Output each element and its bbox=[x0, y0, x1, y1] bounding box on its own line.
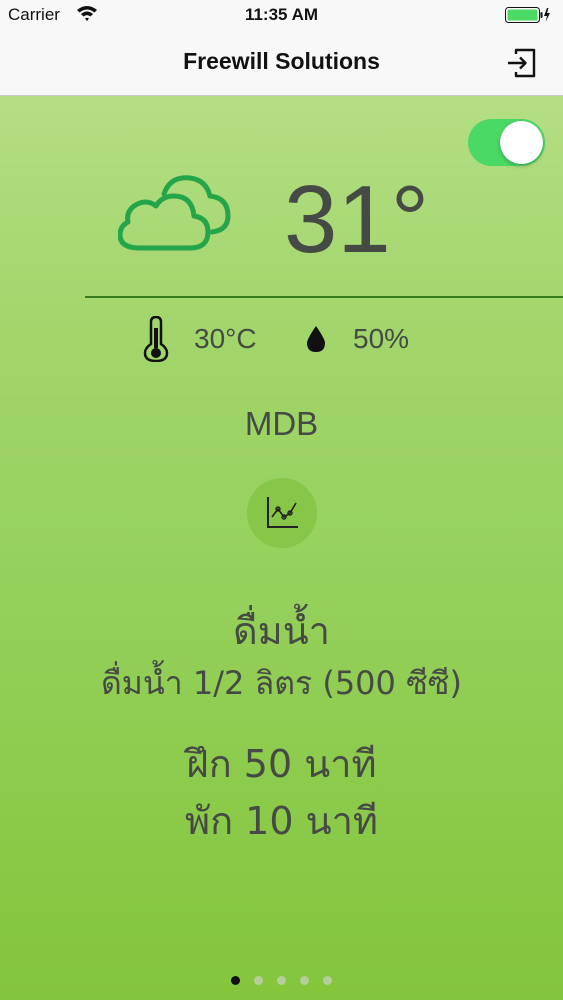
logout-icon bbox=[504, 48, 538, 84]
humidity-drop-icon bbox=[305, 325, 327, 357]
page-dot[interactable] bbox=[277, 976, 286, 985]
humidity-value: 50% bbox=[353, 323, 410, 354]
battery-icon bbox=[505, 6, 551, 29]
advice-detail: ดื่มน้ำ 1/2 ลิตร (500 ซีซี) bbox=[101, 664, 462, 702]
thermometer-icon bbox=[143, 315, 169, 366]
training-duration: ฝึก 50 นาที bbox=[186, 742, 377, 786]
page-dot[interactable] bbox=[231, 976, 240, 985]
temperature-value: 31° bbox=[284, 166, 430, 273]
temperature-celsius: 30°C bbox=[194, 323, 257, 354]
chart-button[interactable] bbox=[247, 478, 317, 548]
page-dot[interactable] bbox=[300, 976, 309, 985]
nav-title: Freewill Solutions bbox=[183, 48, 380, 74]
page-dot[interactable] bbox=[254, 976, 263, 985]
navigation-bar: Freewill Solutions bbox=[0, 30, 563, 96]
weather-panel bbox=[0, 96, 563, 1000]
page-dot[interactable] bbox=[323, 976, 332, 985]
mode-toggle[interactable] bbox=[468, 119, 545, 166]
rest-duration: พัก 10 นาที bbox=[185, 799, 378, 843]
advice-title: ดื่มน้ำ bbox=[232, 609, 331, 653]
logout-button[interactable] bbox=[504, 46, 538, 80]
toggle-knob bbox=[500, 121, 543, 164]
location-label: MDB bbox=[244, 405, 319, 442]
status-bar: Carrier 11:35 AM bbox=[0, 0, 563, 30]
cloud-icon bbox=[117, 172, 233, 256]
status-time: 11:35 AM bbox=[244, 5, 319, 24]
divider bbox=[85, 296, 563, 298]
page-indicator[interactable] bbox=[0, 976, 563, 988]
